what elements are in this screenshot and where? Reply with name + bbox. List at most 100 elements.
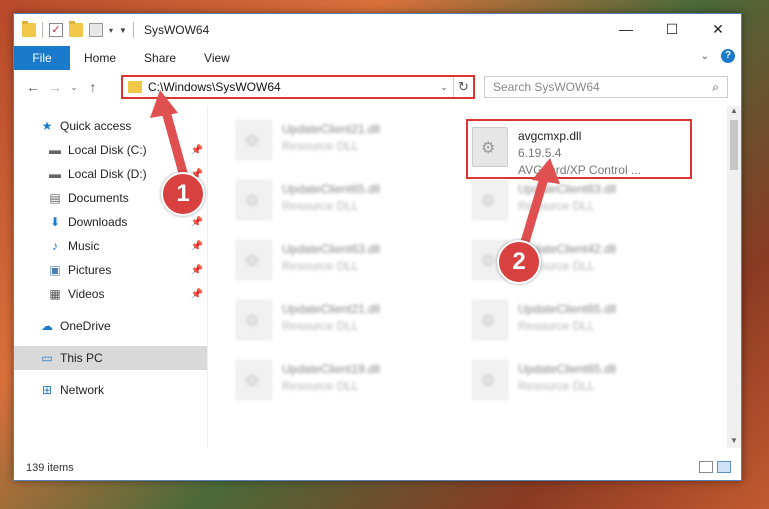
minimize-button[interactable]: — bbox=[603, 14, 649, 44]
list-item[interactable]: UpdateClient19.dll Resource DLL bbox=[236, 354, 456, 410]
title-bar: ✓ ▾ ▼ SysWOW64 — ☐ ✕ bbox=[14, 14, 741, 46]
sidebar-item-onedrive[interactable]: ☁ OneDrive bbox=[14, 314, 207, 338]
file-name: UpdateClient65.dll bbox=[518, 362, 617, 376]
callout-1: 1 bbox=[161, 172, 205, 216]
music-icon: ♪ bbox=[52, 239, 58, 253]
new-folder-icon[interactable] bbox=[69, 21, 83, 37]
sidebar-item-network[interactable]: ⊞ Network bbox=[14, 378, 207, 402]
close-button[interactable]: ✕ bbox=[695, 14, 741, 44]
pin-icon[interactable]: 📌 bbox=[191, 241, 203, 252]
dll-file-icon bbox=[472, 180, 508, 220]
pictures-icon: ▣ bbox=[49, 263, 61, 277]
dll-file-icon bbox=[236, 240, 272, 280]
file-type: Resource DLL bbox=[518, 199, 595, 213]
scroll-thumb[interactable] bbox=[730, 120, 738, 170]
file-name: UpdateClient21.dll bbox=[282, 122, 381, 136]
download-icon: ⬇ bbox=[49, 215, 61, 229]
tab-share[interactable]: Share bbox=[130, 46, 190, 70]
sidebar-item-label: Documents bbox=[68, 191, 129, 205]
details-view-icon[interactable] bbox=[699, 461, 713, 473]
videos-icon: ▦ bbox=[49, 287, 61, 301]
drive-icon: ▬ bbox=[49, 143, 61, 157]
back-button[interactable]: ← bbox=[22, 79, 44, 95]
file-version: 6.19.5.4 bbox=[518, 146, 562, 160]
dll-file-icon bbox=[236, 360, 272, 400]
sidebar-item-videos[interactable]: ▦ Videos 📌 bbox=[14, 282, 207, 306]
tab-home[interactable]: Home bbox=[70, 46, 130, 70]
sidebar-item-label: This PC bbox=[60, 351, 103, 365]
view-toggle bbox=[699, 461, 731, 473]
toolbar-separator bbox=[42, 22, 43, 38]
quick-access-toolbar: ✓ ▾ ▼ bbox=[14, 21, 134, 38]
computer-icon: ▭ bbox=[41, 351, 53, 365]
recent-locations-button[interactable]: ⌄ bbox=[66, 83, 82, 92]
file-name: UpdateClient63.dll bbox=[518, 182, 617, 196]
refresh-button[interactable]: ↻ bbox=[453, 77, 473, 97]
list-item[interactable]: UpdateClient65.dll Resource DLL bbox=[472, 354, 692, 410]
search-input[interactable]: Search SysWOW64 ⌕ bbox=[484, 76, 728, 98]
sidebar-item-quick-access[interactable]: ★ Quick access bbox=[14, 114, 207, 138]
sidebar-item-label: Local Disk (D:) bbox=[68, 167, 147, 181]
list-item[interactable]: UpdateClient21.dll Resource DLL bbox=[236, 294, 456, 350]
sidebar-item-music[interactable]: ♪ Music 📌 bbox=[14, 234, 207, 258]
large-icons-view-icon[interactable] bbox=[717, 461, 731, 473]
chevron-down-icon[interactable]: ▾ bbox=[109, 26, 113, 35]
pin-icon[interactable]: 📌 bbox=[191, 217, 203, 228]
list-item-avgcmxp[interactable]: avgcmxp.dll 6.19.5.4 AVGuard/XP Control … bbox=[466, 119, 692, 179]
file-name: UpdateClient65.dll bbox=[518, 302, 617, 316]
file-type: Resource DLL bbox=[282, 139, 359, 153]
sidebar-item-label: Downloads bbox=[68, 215, 128, 229]
folder-icon[interactable] bbox=[22, 21, 36, 37]
forward-button[interactable]: → bbox=[44, 79, 66, 95]
pin-icon[interactable]: 📌 bbox=[191, 145, 203, 156]
expand-ribbon-icon[interactable]: ⌄ bbox=[701, 51, 709, 62]
navigation-bar: ← → ⌄ ↑ C:\Windows\SysWOW64 ⌄ ↻ Search S… bbox=[14, 70, 741, 104]
file-type: Resource DLL bbox=[282, 319, 359, 333]
list-item[interactable]: UpdateClient65.dll Resource DLL bbox=[472, 294, 692, 350]
pin-icon[interactable]: 📌 bbox=[191, 289, 203, 300]
sidebar-item-label: Pictures bbox=[68, 263, 112, 277]
maximize-button[interactable]: ☐ bbox=[649, 14, 695, 44]
navigation-pane: ★ Quick access ▬ Local Disk (C:) 📌 ▬ Loc… bbox=[14, 106, 208, 448]
list-item[interactable]: UpdateClient21.dll Resource DLL bbox=[236, 114, 456, 170]
customize-toolbar-icon[interactable]: ▼ bbox=[119, 26, 127, 35]
network-icon: ⊞ bbox=[41, 383, 53, 397]
star-icon: ★ bbox=[41, 119, 53, 133]
callout-2: 2 bbox=[497, 240, 541, 284]
content-area: ★ Quick access ▬ Local Disk (C:) 📌 ▬ Loc… bbox=[14, 106, 741, 448]
dll-file-icon bbox=[472, 300, 508, 340]
file-name: UpdateClient63.dll bbox=[282, 242, 381, 256]
scroll-down-icon[interactable]: ▼ bbox=[727, 436, 741, 448]
list-item[interactable]: UpdateClient63.dll Resource DLL bbox=[472, 174, 692, 230]
properties-icon[interactable] bbox=[89, 23, 103, 37]
sidebar-item-label: Network bbox=[60, 383, 105, 397]
dll-file-icon bbox=[236, 180, 272, 220]
tab-file[interactable]: File bbox=[14, 46, 70, 70]
file-list: UpdateClient21.dll Resource DLL UpdateCli… bbox=[210, 106, 728, 448]
chevron-down-icon[interactable]: ⌄ bbox=[435, 82, 453, 93]
properties-check-icon[interactable]: ✓ bbox=[49, 23, 63, 37]
dll-file-icon bbox=[472, 360, 508, 400]
dll-file-icon bbox=[472, 127, 508, 167]
sidebar-item-label: Quick access bbox=[60, 119, 132, 133]
help-icon[interactable]: ? bbox=[721, 49, 735, 63]
dll-file-icon bbox=[236, 120, 272, 160]
list-item[interactable]: UpdateClient65.dll Resource DLL bbox=[236, 174, 456, 230]
sidebar-item-this-pc[interactable]: ▭ This PC bbox=[14, 346, 207, 370]
up-button[interactable]: ↑ bbox=[82, 79, 104, 95]
drive-icon: ▬ bbox=[49, 167, 61, 181]
address-path[interactable]: C:\Windows\SysWOW64 bbox=[148, 80, 435, 94]
pin-icon[interactable]: 📌 bbox=[191, 265, 203, 276]
sidebar-item-label: OneDrive bbox=[60, 319, 111, 333]
vertical-scrollbar[interactable]: ▲ ▼ bbox=[727, 106, 741, 448]
tab-view[interactable]: View bbox=[190, 46, 244, 70]
file-type: Resource DLL bbox=[518, 379, 595, 393]
sidebar-item-local-disk-c[interactable]: ▬ Local Disk (C:) 📌 bbox=[14, 138, 207, 162]
search-icon[interactable]: ⌕ bbox=[712, 80, 719, 95]
address-bar[interactable]: C:\Windows\SysWOW64 ⌄ ↻ bbox=[121, 75, 475, 99]
scroll-up-icon[interactable]: ▲ bbox=[727, 106, 741, 118]
window-title: SysWOW64 bbox=[143, 23, 210, 37]
ribbon-tabs: File Home Share View ⌄ ? bbox=[14, 46, 741, 70]
list-item[interactable]: UpdateClient63.dll Resource DLL bbox=[236, 234, 456, 290]
sidebar-item-pictures[interactable]: ▣ Pictures 📌 bbox=[14, 258, 207, 282]
